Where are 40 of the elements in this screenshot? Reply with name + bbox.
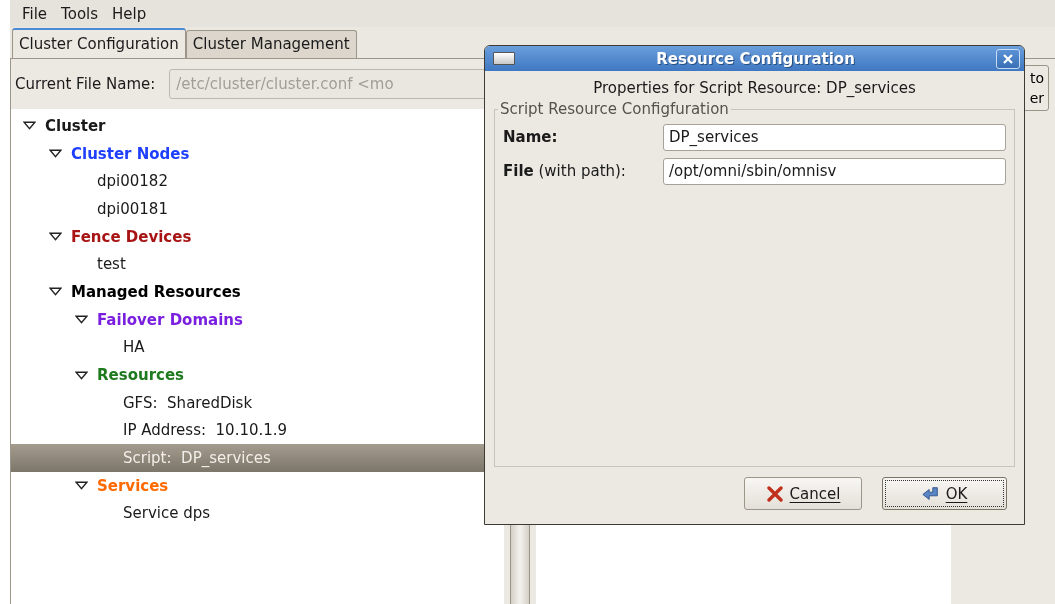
ok-button[interactable]: OK (882, 477, 1007, 510)
group-title: Script Resource Configfuration (498, 100, 731, 118)
tree-item[interactable]: Cluster Nodes (71, 144, 190, 163)
tree-item[interactable]: Cluster (45, 116, 106, 135)
tree-item[interactable]: Managed Resources (71, 282, 241, 301)
tree-item[interactable]: Resources (97, 366, 185, 385)
field-label: Name: (503, 128, 559, 146)
expander-down-icon[interactable] (75, 370, 88, 380)
tree-item[interactable]: HA (123, 338, 145, 357)
dialog-subtitle: Properties for Script Resource: DP_services (592, 78, 917, 99)
expander-down-icon[interactable] (49, 232, 62, 242)
window-menu-icon[interactable] (493, 52, 515, 65)
expander-down-icon[interactable] (49, 287, 62, 297)
tree-item[interactable]: test (97, 255, 126, 274)
menu-item[interactable]: Tools (61, 4, 99, 23)
cancel-button[interactable]: Cancel (744, 477, 862, 510)
expander-down-icon[interactable] (23, 121, 36, 131)
expander-down-icon[interactable] (75, 315, 88, 325)
tab[interactable]: Cluster Management (185, 30, 357, 58)
tree-item[interactable]: dpi00182 (97, 172, 168, 191)
enter-arrow-icon (921, 485, 940, 502)
menu-item[interactable]: File (22, 4, 48, 23)
tree-item[interactable]: Failover Domains (97, 310, 243, 329)
close-icon (1003, 53, 1013, 64)
field-label: Current File Name: (15, 75, 156, 93)
field-label: File (with path): (503, 162, 627, 180)
expander-down-icon[interactable] (75, 481, 88, 491)
close-button[interactable] (996, 48, 1020, 69)
tab[interactable]: Cluster Configuration (12, 28, 186, 58)
tree-item[interactable]: GFS: SharedDisk (123, 393, 253, 412)
tree-item[interactable]: IP Address: 10.10.1.9 (123, 421, 288, 440)
tree-item[interactable]: dpi00181 (97, 199, 168, 218)
window-title: Resource Configuration (655, 49, 856, 68)
text-field[interactable]: DP_services (663, 123, 1006, 151)
tree-item[interactable]: Service dps (123, 504, 211, 523)
text-field[interactable]: /opt/omni/sbin/omnisv (663, 157, 1006, 185)
tree-item[interactable]: Fence Devices (71, 227, 192, 246)
menu-item[interactable]: Help (112, 4, 147, 23)
cross-icon (765, 485, 784, 502)
expander-down-icon[interactable] (49, 149, 62, 159)
